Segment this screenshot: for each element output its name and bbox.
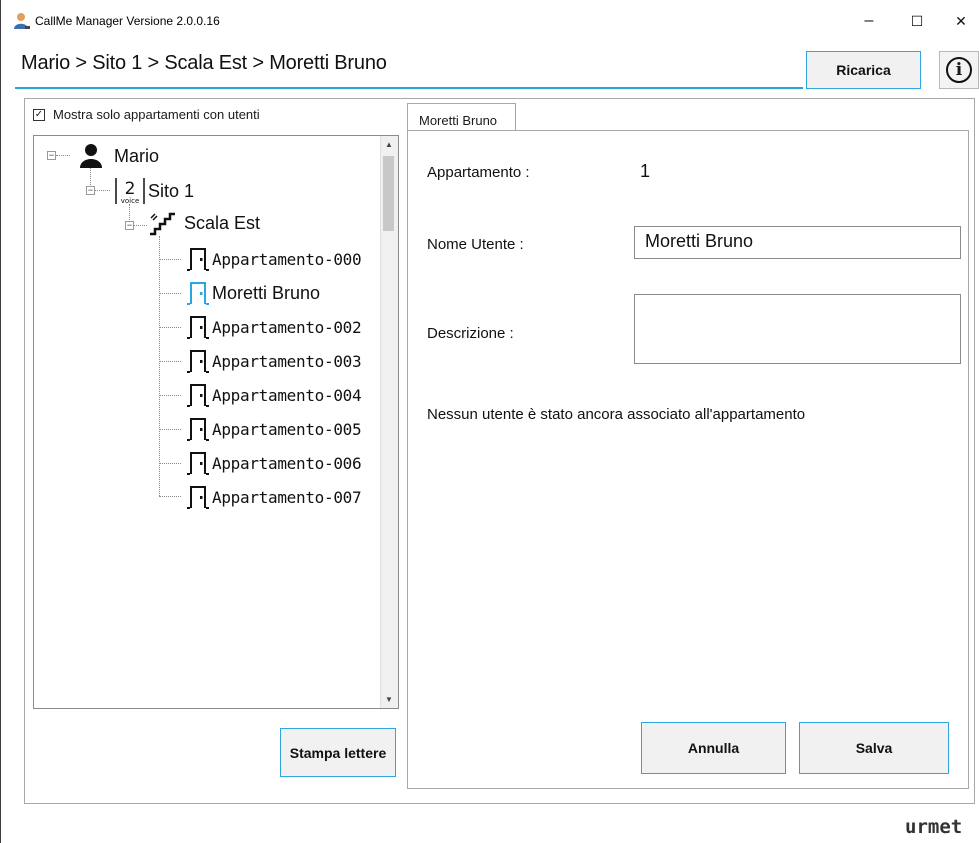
apartment-label: Appartamento : <box>427 164 530 181</box>
tree-node-apartment[interactable]: Appartamento-006 <box>186 450 362 476</box>
tree-connector <box>159 236 160 496</box>
site-icon-caption: voice <box>121 197 140 205</box>
tree-node-apartment[interactable]: Appartamento-002 <box>186 314 362 340</box>
scroll-down-arrow-icon[interactable]: ▼ <box>385 695 393 704</box>
tree-node-apartment[interactable]: Appartamento-004 <box>186 382 362 408</box>
door-icon <box>187 486 209 509</box>
header-accent-line <box>15 87 803 89</box>
window-title: CallMe Manager Versione 2.0.0.16 <box>35 14 220 28</box>
description-label: Descrizione : <box>427 325 514 342</box>
user-icon <box>80 144 102 168</box>
tree-node-label: Appartamento-006 <box>212 453 362 473</box>
tree-collapse-toggle[interactable]: − <box>125 221 134 230</box>
scroll-up-arrow-icon[interactable]: ▲ <box>385 140 393 149</box>
tree-node-label: Moretti Bruno <box>212 282 321 303</box>
info-icon: i <box>946 57 972 83</box>
site-tree[interactable]: − − − Mario 2 voice Sito 1 Scala Est App… <box>33 135 399 709</box>
tree-connector <box>94 190 110 191</box>
tree-connector <box>159 395 181 396</box>
door-icon <box>187 384 209 407</box>
tree-node-label: Appartamento-004 <box>212 385 362 405</box>
tree-node-label: Appartamento-007 <box>212 487 362 507</box>
tree-connector <box>133 225 147 226</box>
tree-node-apartment[interactable]: Appartamento-000 <box>186 246 362 272</box>
tree-collapse-toggle[interactable]: − <box>47 151 56 160</box>
apartment-value: 1 <box>640 161 651 181</box>
tree-node-label: Scala Est <box>184 212 261 233</box>
tree-node-root[interactable]: Mario <box>78 143 159 169</box>
save-button[interactable]: Salva <box>799 722 949 774</box>
breadcrumb: Mario > Sito 1 > Scala Est > Moretti Bru… <box>21 52 387 74</box>
cancel-button[interactable]: Annulla <box>641 722 786 774</box>
tree-connector <box>159 463 181 464</box>
tree-connector <box>56 155 70 156</box>
tab-moretti-bruno[interactable]: Moretti Bruno <box>407 103 516 131</box>
tree-node-apartment[interactable]: Appartamento-007 <box>186 484 362 510</box>
tree-node-label: Appartamento-003 <box>212 351 362 371</box>
tree-node-label: Sito 1 <box>148 180 195 201</box>
maximize-button[interactable]: ☐ <box>897 6 937 36</box>
tree-node-site[interactable]: 2 voice Sito 1 <box>114 176 194 206</box>
tree-connector <box>159 327 181 328</box>
user-name-label: Nome Utente : <box>427 236 524 253</box>
title-bar: CallMe Manager Versione 2.0.0.16 – ☐ ✕ <box>1 0 979 40</box>
tree-scrollbar[interactable]: ▲ ▼ <box>380 136 398 708</box>
tree-node-label: Appartamento-002 <box>212 317 362 337</box>
urmet-logo: urmet <box>905 816 963 838</box>
stairs-icon <box>150 212 175 236</box>
filter-row[interactable]: ✓ Mostra solo appartamenti con utenti <box>33 107 260 122</box>
tree-node-stair[interactable]: Scala Est <box>148 210 260 236</box>
tree-node-label: Appartamento-005 <box>212 419 362 439</box>
user-name-field[interactable]: Moretti Bruno <box>634 226 961 259</box>
voice-site-icon: 2 voice <box>115 178 145 205</box>
door-icon <box>187 282 209 305</box>
filter-checkbox[interactable]: ✓ <box>33 108 45 121</box>
tree-connector <box>159 259 181 260</box>
tree-node-apartment-selected[interactable]: Moretti Bruno <box>186 280 320 306</box>
reload-button[interactable]: Ricarica <box>806 51 921 89</box>
close-button[interactable]: ✕ <box>941 6 979 36</box>
status-message: Nessun utente è stato ancora associato a… <box>427 406 806 423</box>
door-icon <box>187 350 209 373</box>
tree-node-apartment[interactable]: Appartamento-003 <box>186 348 362 374</box>
tree-node-apartment[interactable]: Appartamento-005 <box>186 416 362 442</box>
tree-node-label: Appartamento-000 <box>212 249 362 269</box>
site-icon-number: 2 <box>125 179 136 199</box>
tree-connector <box>159 429 181 430</box>
scroll-thumb[interactable] <box>383 156 394 231</box>
tree-connector <box>159 293 181 294</box>
tree-connector <box>159 361 181 362</box>
door-icon <box>187 418 209 441</box>
app-window: CallMe Manager Versione 2.0.0.16 – ☐ ✕ M… <box>0 0 979 843</box>
tree-connector <box>159 496 181 497</box>
app-user-icon <box>14 13 30 29</box>
door-icon <box>187 452 209 475</box>
tree-node-label: Mario <box>114 145 160 166</box>
minimize-button[interactable]: – <box>849 6 889 36</box>
description-field[interactable] <box>634 294 961 364</box>
info-button[interactable]: i <box>939 51 979 89</box>
tree-collapse-toggle[interactable]: − <box>86 186 95 195</box>
filter-checkbox-label: Mostra solo appartamenti con utenti <box>53 107 260 122</box>
print-letters-button[interactable]: Stampa lettere <box>280 728 396 777</box>
door-icon <box>187 316 209 339</box>
door-icon <box>187 248 209 271</box>
